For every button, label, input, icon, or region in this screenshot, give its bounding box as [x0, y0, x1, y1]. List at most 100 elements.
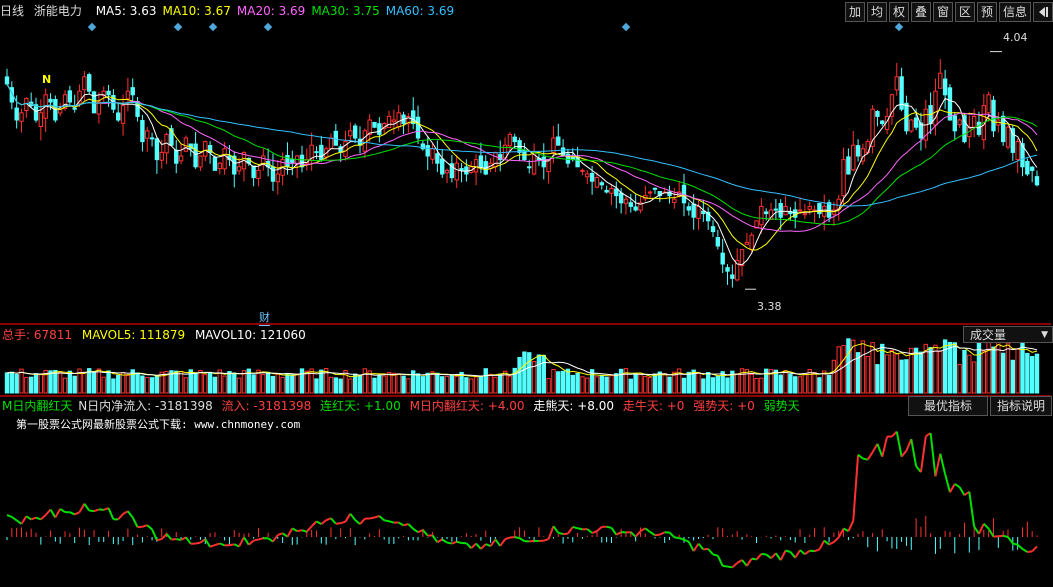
indicator-line-segment	[785, 549, 791, 553]
indicator-label: 强势天: +0	[693, 399, 755, 413]
indicator-line-segment	[185, 536, 192, 545]
volume-bar	[913, 347, 919, 394]
volume-bar	[386, 371, 392, 394]
candle-body	[715, 236, 721, 247]
volume-bar	[715, 375, 721, 394]
volume-bar	[899, 359, 904, 394]
candle-body	[116, 112, 121, 121]
volume-bar	[1025, 352, 1030, 394]
indicator-line-segment	[49, 508, 57, 519]
indicator-line-segment	[866, 451, 874, 461]
indicator-line-segment	[707, 548, 714, 556]
indicator-line-segment	[142, 524, 148, 528]
indicator-line-segment	[117, 513, 124, 521]
candle-body	[130, 87, 135, 96]
indicator-line-segment	[412, 528, 419, 533]
indicator-line-segment	[204, 538, 211, 548]
volume-bar	[348, 378, 353, 394]
indicator-help-button[interactable]: 指标说明	[990, 396, 1052, 416]
volume-bar	[783, 370, 788, 394]
indicator-line-segment	[151, 528, 158, 541]
candle-body	[149, 137, 155, 140]
candle-body	[633, 206, 638, 211]
candle-body	[594, 177, 600, 188]
indicator-line-segment	[929, 432, 937, 477]
low-price-label: 3.38	[757, 300, 782, 313]
indicator-line-segment	[176, 538, 182, 541]
indicator-line-segment	[494, 538, 502, 547]
volume-bar	[232, 372, 237, 394]
indicator-line-segment	[823, 539, 830, 546]
mavol5-label: MAVOL5: 111879	[81, 328, 186, 342]
chevron-down-icon: ▼	[1041, 330, 1048, 340]
indicator-line-segment	[54, 508, 62, 519]
candle-body	[430, 148, 435, 160]
indicator-line-segment	[1002, 534, 1009, 539]
indicator-line-segment	[818, 540, 826, 550]
volume-bar	[831, 359, 837, 394]
indicator-line-segment	[306, 525, 313, 533]
candle-body	[275, 173, 280, 183]
indicator-label: 弱势天	[763, 399, 800, 413]
indicator-line-segment	[779, 550, 787, 561]
indicator-label: M日内翻红天: +4.00	[409, 399, 525, 413]
candle-body	[556, 136, 561, 146]
volume-bar	[1015, 348, 1020, 394]
volume-bar	[1010, 359, 1016, 394]
indicator-line-segment	[905, 438, 913, 452]
volume-bar	[328, 376, 334, 394]
volume-bar	[178, 371, 184, 394]
volume-bar	[551, 369, 556, 394]
best-indicator-button[interactable]: 最优指标	[908, 396, 988, 416]
indicator-line-segment	[529, 539, 535, 543]
volume-bar	[860, 340, 866, 394]
indicator-line-segment	[161, 533, 168, 540]
volume-bar	[251, 374, 256, 394]
indicator-line-segment	[40, 514, 47, 521]
volume-legend: 总手: 67811 MAVOL5: 111879 MAVOL10: 121060	[2, 327, 312, 343]
candle-body	[986, 94, 991, 114]
indicator-line-segment	[789, 551, 796, 559]
indicator-line-segment	[441, 538, 448, 544]
candle-body	[1015, 141, 1020, 161]
candle-body	[947, 87, 953, 121]
volume-bar	[314, 378, 319, 394]
candle-body	[991, 99, 996, 132]
volume-bar	[183, 377, 189, 394]
candle-body	[599, 182, 604, 186]
indicator-line-segment	[83, 503, 91, 512]
volume-bar	[473, 376, 479, 394]
indicator-line-segment	[1031, 545, 1038, 553]
volume-bar	[981, 350, 987, 394]
indicator-line-segment	[741, 559, 748, 567]
candle-body	[614, 188, 619, 197]
indicator-line-segment	[504, 536, 511, 541]
indicator-line-segment	[716, 555, 724, 567]
indicator-line-segment	[881, 436, 889, 457]
candle-body	[82, 76, 87, 91]
stock-chart[interactable]	[0, 0, 1053, 587]
indicator-line-segment	[451, 540, 458, 545]
volume-bar	[880, 343, 885, 394]
volume-bar	[628, 378, 633, 394]
candle-body	[841, 159, 846, 197]
indicator-line-segment	[751, 557, 757, 561]
volume-total-label: 总手: 67811	[2, 328, 73, 342]
indicator-line-segment	[238, 536, 245, 547]
volume-bar	[614, 373, 619, 394]
volume-indicator-select[interactable]: 成交量 ▼	[963, 326, 1053, 343]
financial-report-marker[interactable]: 财	[259, 309, 270, 326]
indicator-line-segment	[422, 529, 429, 537]
candle-body	[352, 125, 358, 139]
candle-body	[628, 202, 633, 207]
volume-bar	[841, 344, 846, 394]
indicator-line-segment	[837, 528, 845, 538]
candle-body	[585, 173, 590, 178]
volume-bar	[38, 374, 44, 394]
candle-body	[396, 112, 401, 128]
candle-body	[87, 74, 92, 92]
candle-body	[618, 192, 624, 204]
volume-bar	[788, 373, 793, 394]
candle-body	[913, 117, 919, 128]
indicator-line-segment	[987, 528, 995, 538]
